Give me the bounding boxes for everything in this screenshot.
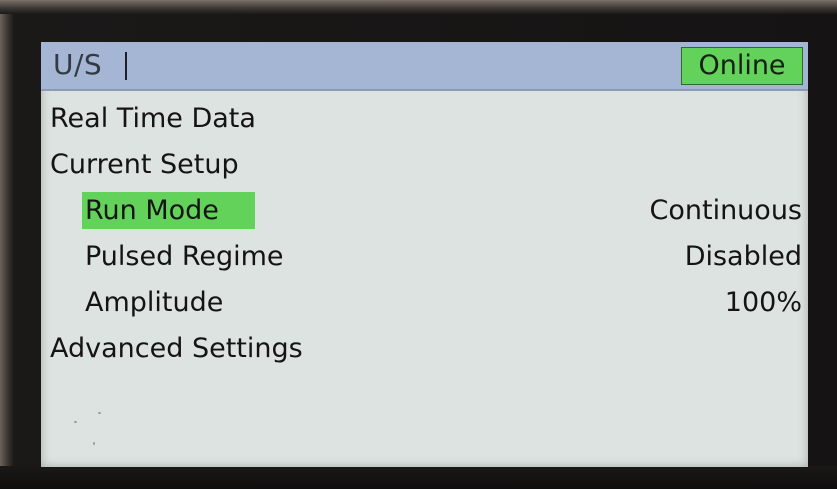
title-text: U/S bbox=[53, 48, 103, 81]
menu-item-amplitude[interactable]: Amplitude bbox=[85, 285, 223, 321]
lcd-screen: U/S Online Real Time Data Current Setup … bbox=[41, 42, 808, 467]
text-cursor bbox=[125, 52, 127, 80]
title-bar: U/S Online bbox=[41, 42, 808, 91]
run-mode-value: Continuous bbox=[649, 195, 803, 226]
amplitude-value: 100% bbox=[724, 287, 802, 318]
status-badge: Online bbox=[681, 47, 803, 85]
status-text: Online bbox=[698, 50, 786, 81]
menu-item-current-setup[interactable]: Current Setup bbox=[50, 147, 239, 183]
pulsed-regime-value: Disabled bbox=[684, 241, 802, 272]
menu-item-advanced-settings[interactable]: Advanced Settings bbox=[50, 331, 303, 367]
menu-item-real-time-data[interactable]: Real Time Data bbox=[50, 101, 256, 137]
menu-item-run-mode[interactable]: Run Mode bbox=[85, 193, 219, 229]
menu-item-pulsed-regime[interactable]: Pulsed Regime bbox=[85, 239, 284, 275]
screen-smudge bbox=[93, 442, 95, 445]
bezel-bottom bbox=[0, 466, 837, 489]
screen-smudge bbox=[74, 421, 77, 423]
bezel-top bbox=[0, 0, 837, 14]
device-frame: U/S Online Real Time Data Current Setup … bbox=[0, 0, 837, 489]
screen-smudge bbox=[98, 412, 101, 414]
